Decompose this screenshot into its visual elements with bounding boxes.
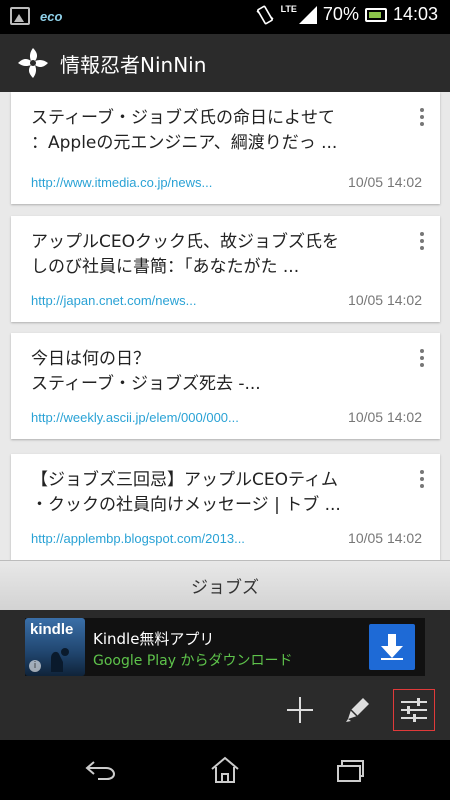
article-card[interactable]: スティーブ・ジョブズ氏の命日によせて ：Appleの元エンジニア、綱渡りだっ .…	[11, 92, 440, 204]
article-card[interactable]: アップルCEOクック氏、故ジョブズ氏を しのび社員に書簡：「あなたがた ... …	[11, 216, 440, 322]
article-url[interactable]: http://applembp.blogspot.com/2013...	[31, 531, 245, 546]
signal-icon	[298, 5, 317, 24]
overflow-menu-icon[interactable]	[420, 108, 426, 129]
back-button[interactable]	[80, 752, 120, 788]
article-card[interactable]: 今日は何の日？ スティーブ・ジョブズ死去 -... http://weekly.…	[11, 333, 440, 439]
settings-sliders-icon	[401, 698, 427, 722]
article-time: 10/05 14:02	[348, 530, 422, 546]
clock: 14:03	[392, 4, 438, 24]
recent-apps-button[interactable]	[330, 752, 370, 788]
article-url[interactable]: http://www.itmedia.co.jp/news...	[31, 175, 212, 190]
battery-percent: 70%	[322, 4, 359, 24]
app-bar: 情報忍者NinNin	[0, 34, 450, 92]
eco-icon: eco	[40, 8, 63, 24]
article-title[interactable]: アップルCEOクック氏、故ジョブズ氏を しのび社員に書簡：「あなたがた ...	[31, 230, 401, 280]
article-card[interactable]: 【ジョブズ三回忌】アップルCEOティム ・クックの社員向けメッセージ | トブ …	[11, 454, 440, 560]
download-arrow-icon	[381, 634, 403, 660]
article-time: 10/05 14:02	[348, 409, 422, 425]
kindle-icon-text: kindle	[30, 621, 74, 638]
keyword-label: ジョブズ	[191, 578, 259, 598]
overflow-menu-icon[interactable]	[420, 349, 426, 370]
article-title[interactable]: 今日は何の日？ スティーブ・ジョブズ死去 -...	[31, 347, 401, 397]
article-time: 10/05 14:02	[348, 292, 422, 308]
home-icon	[211, 756, 239, 783]
image-notification-icon	[10, 7, 30, 25]
article-url[interactable]: http://weekly.ascii.jp/elem/000/000...	[31, 410, 239, 425]
ad-title: Kindle無料アプリ	[93, 630, 215, 648]
article-time: 10/05 14:02	[348, 174, 422, 190]
article-url[interactable]: http://japan.cnet.com/news...	[31, 293, 196, 308]
recent-apps-icon	[337, 760, 364, 782]
ad-info-icon[interactable]: i	[29, 660, 41, 672]
add-button[interactable]	[279, 689, 321, 731]
article-title[interactable]: 【ジョブズ三回忌】アップルCEOティム ・クックの社員向けメッセージ | トブ …	[31, 468, 401, 518]
keyword-tab[interactable]: ジョブズ	[0, 560, 450, 610]
app-title: 情報忍者NinNin	[60, 52, 207, 77]
ad-content[interactable]: kindle i Kindle無料アプリ Google Play からダウンロー…	[25, 618, 425, 676]
article-title[interactable]: スティーブ・ジョブズ氏の命日によせて ：Appleの元エンジニア、綱渡りだっ .…	[31, 106, 401, 156]
status-bar: eco LTE 70% 14:03	[0, 0, 450, 34]
network-type: LTE	[280, 3, 297, 14]
kindle-app-icon: kindle i	[25, 618, 85, 676]
settings-button[interactable]	[393, 689, 435, 731]
add-icon	[287, 697, 313, 723]
ad-subtitle: Google Play からダウンロード	[93, 653, 293, 669]
vibrate-icon	[256, 5, 274, 24]
edit-pencil-icon	[346, 698, 369, 722]
ad-banner[interactable]: kindle i Kindle無料アプリ Google Play からダウンロー…	[0, 610, 450, 680]
home-button[interactable]	[205, 752, 245, 788]
navigation-bar	[0, 740, 450, 800]
edit-button[interactable]	[336, 689, 378, 731]
battery-icon	[364, 7, 387, 22]
article-list[interactable]: スティーブ・ジョブズ氏の命日によせて ：Appleの元エンジニア、綱渡りだっ .…	[0, 92, 450, 560]
back-icon	[85, 761, 116, 780]
ninja-star-icon	[18, 48, 48, 78]
overflow-menu-icon[interactable]	[420, 470, 426, 491]
action-bar	[0, 680, 450, 740]
download-button[interactable]	[369, 624, 415, 670]
overflow-menu-icon[interactable]	[420, 232, 426, 253]
